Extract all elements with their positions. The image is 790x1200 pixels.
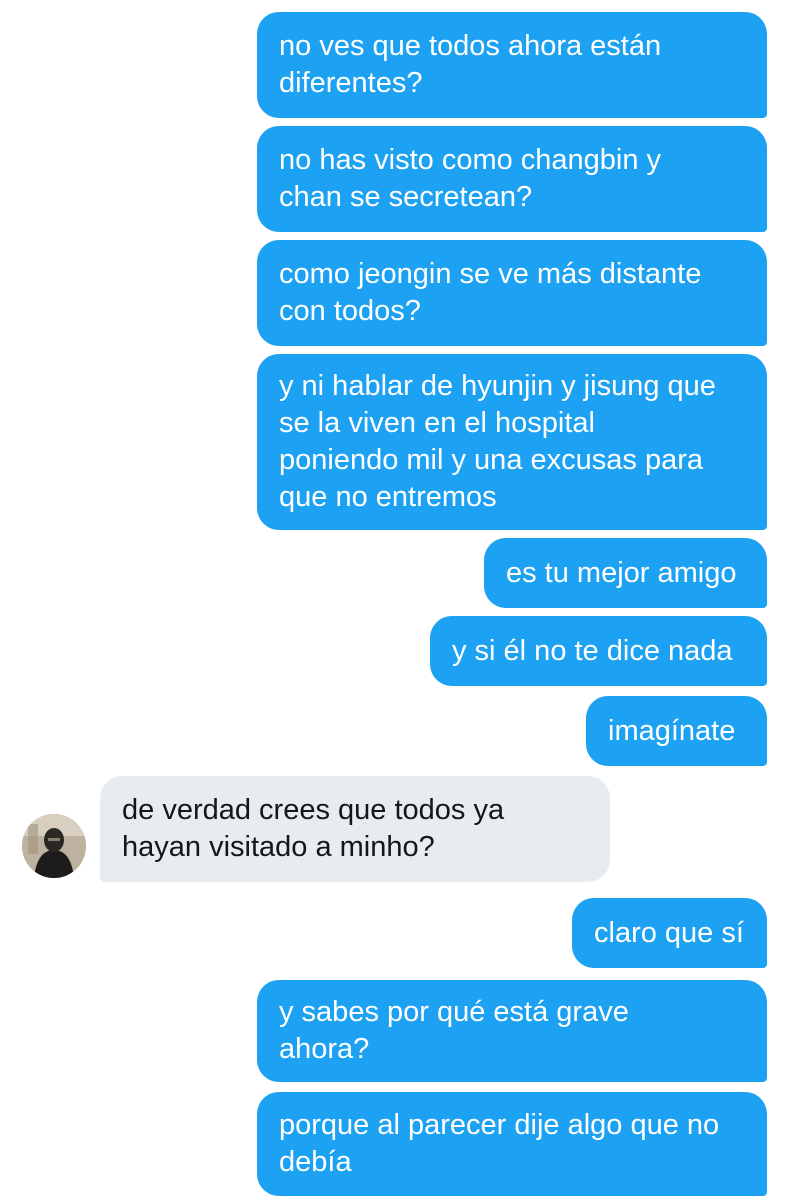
message-bubble-outgoing[interactable]: es tu mejor amigo — [484, 538, 767, 608]
message-bubble-incoming[interactable]: de verdad crees que todos ya hayan visit… — [100, 776, 610, 882]
message-bubble-outgoing[interactable]: no has visto como changbin y chan se sec… — [257, 126, 767, 232]
message-bubble-outgoing[interactable]: y ni hablar de hyunjin y jisung que se l… — [257, 354, 767, 530]
message-thread: no ves que todos ahora están diferentes?… — [0, 0, 790, 1200]
message-bubble-outgoing[interactable]: y si él no te dice nada — [430, 616, 767, 686]
sender-avatar[interactable] — [22, 814, 86, 878]
message-bubble-outgoing[interactable]: porque al parecer dije algo que no debía — [257, 1092, 767, 1196]
message-bubble-outgoing[interactable]: claro que sí — [572, 898, 767, 968]
message-bubble-outgoing[interactable]: imagínate — [586, 696, 767, 766]
message-bubble-outgoing[interactable]: y sabes por qué está grave ahora? — [257, 980, 767, 1082]
avatar-photo-icon — [22, 814, 86, 878]
message-bubble-outgoing[interactable]: no ves que todos ahora están diferentes? — [257, 12, 767, 118]
message-bubble-outgoing[interactable]: como jeongin se ve más distante con todo… — [257, 240, 767, 346]
